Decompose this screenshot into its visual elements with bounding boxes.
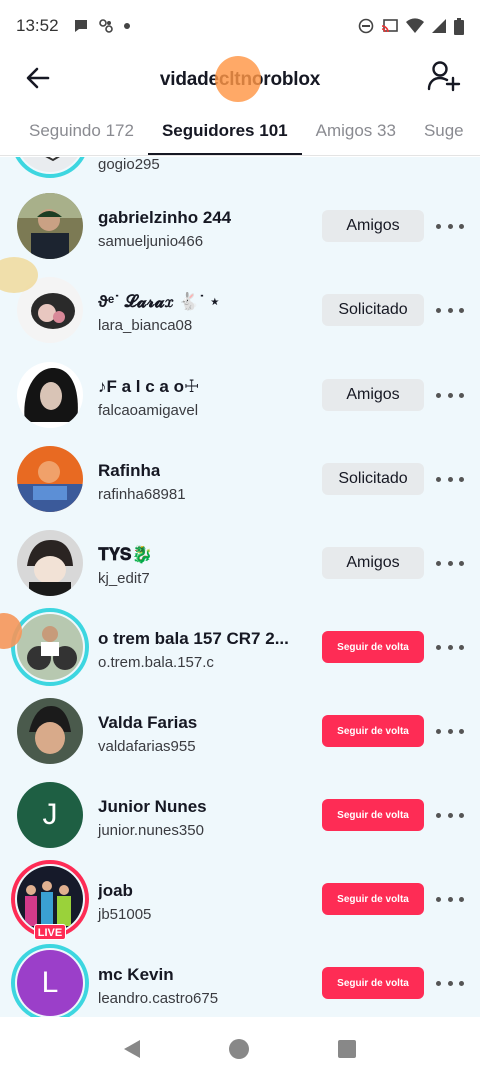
more-options-icon[interactable]	[436, 973, 464, 993]
list-item[interactable]: Valda Farias valdafarias955 Seguir de vo…	[0, 689, 480, 773]
follower-name: ♪F a l c a o☩	[98, 377, 200, 396]
tab-friends[interactable]: Amigos 33	[302, 108, 410, 154]
avatar[interactable]	[17, 698, 83, 764]
follow-back-button[interactable]: Seguir de volta	[322, 715, 424, 747]
system-nav-bar	[0, 1018, 480, 1080]
follower-name: mc Kevin	[98, 965, 174, 984]
list-item[interactable]: L mc Kevin leandro.castro675 Seguir de v…	[0, 941, 480, 1017]
follower-name: Junior Nunes	[98, 797, 207, 816]
more-options-icon[interactable]	[436, 721, 464, 741]
notification-icons	[73, 18, 131, 34]
follower-name: 𝐓𝐘𝐒🐉	[98, 545, 153, 564]
follower-name: o trem bala 157 CR7 2...	[98, 629, 289, 648]
follower-handle: junior.nunes350	[98, 822, 204, 839]
more-options-icon[interactable]	[436, 553, 464, 573]
list-item[interactable]: ♪F a l c a o☩ falcaoamigavel Amigos	[0, 353, 480, 437]
more-options-icon[interactable]	[436, 216, 464, 236]
follower-handle: valdafarias955	[98, 738, 196, 755]
friends-button[interactable]: Amigos	[322, 547, 424, 579]
followers-list[interactable]: gogio295 gabrielzinho 244 samueljunio466…	[0, 157, 480, 1017]
add-user-icon[interactable]	[426, 58, 462, 94]
follower-handle: lara_bianca08	[98, 317, 193, 334]
follower-name: ϑᵉ˙ 𝓛𝓪𝓻𝓪𝑥 🐇˙ ⋆	[98, 292, 221, 311]
avatar[interactable]	[17, 193, 83, 259]
nav-recents-icon[interactable]	[337, 1040, 356, 1058]
follower-handle: jb51005	[98, 906, 152, 923]
follower-handle: o.trem.bala.157.c	[98, 654, 214, 671]
friends-button[interactable]: Amigos	[322, 379, 424, 411]
list-item[interactable]: Rafinha rafinha68981 Solicitado	[0, 437, 480, 521]
list-item[interactable]: J Junior Nunes junior.nunes350 Seguir de…	[0, 773, 480, 857]
dot-icon	[123, 23, 130, 29]
more-options-icon[interactable]	[436, 300, 464, 320]
list-item[interactable]: LIVE joab jb51005 Seguir de volta	[0, 857, 480, 941]
status-bar: 13:52	[0, 0, 480, 52]
list-item[interactable]: o trem bala 157 CR7 2... o.trem.bala.157…	[0, 605, 480, 689]
tab-suggested[interactable]: Suge	[410, 108, 478, 154]
follower-handle: falcaoamigavel	[98, 402, 199, 419]
follow-back-button[interactable]: Seguir de volta	[322, 631, 424, 663]
avatar[interactable]	[17, 866, 83, 932]
list-item[interactable]: gogio295	[0, 157, 480, 181]
nav-back-icon[interactable]	[124, 1040, 141, 1058]
more-options-icon[interactable]	[436, 385, 464, 405]
requested-button[interactable]: Solicitado	[322, 294, 424, 326]
avatar[interactable]: J	[17, 782, 83, 848]
follower-name: Valda Farias	[98, 713, 198, 732]
pinwheel-icon	[98, 19, 113, 33]
chat-bubble-icon	[74, 20, 87, 32]
cast-icon	[381, 19, 398, 33]
arrow-left-icon[interactable]	[22, 62, 54, 94]
tab-following[interactable]: Seguindo 172	[0, 108, 148, 154]
list-item[interactable]: 𝐓𝐘𝐒🐉 kj_edit7 Amigos	[0, 521, 480, 605]
avatar[interactable]	[17, 530, 83, 596]
list-item[interactable]: gabrielzinho 244 samueljunio466 Amigos	[0, 184, 480, 268]
live-badge: LIVE	[34, 924, 66, 940]
touch-indicator	[215, 56, 261, 102]
follower-handle: gogio295	[98, 157, 160, 173]
avatar[interactable]	[17, 446, 83, 512]
signal-icon	[432, 19, 446, 33]
dnd-icon	[358, 18, 374, 34]
tab-followers[interactable]: Seguidores 101	[147, 108, 302, 155]
wifi-icon	[406, 18, 424, 33]
list-item[interactable]: ϑᵉ˙ 𝓛𝓪𝓻𝓪𝑥 🐇˙ ⋆ lara_bianca08 Solicitado	[0, 268, 480, 352]
follower-handle: kj_edit7	[98, 570, 150, 587]
more-options-icon[interactable]	[436, 805, 464, 825]
more-options-icon[interactable]	[436, 889, 464, 909]
follower-name: Rafinha	[98, 461, 161, 480]
follower-handle: leandro.castro675	[98, 990, 219, 1007]
follower-name: gabrielzinho 244	[98, 208, 232, 227]
more-options-icon[interactable]	[436, 637, 464, 657]
follow-back-button[interactable]: Seguir de volta	[322, 799, 424, 831]
follower-handle: samueljunio466	[98, 233, 204, 250]
follower-handle: rafinha68981	[98, 486, 186, 503]
status-time: 13:52	[16, 16, 59, 35]
requested-button[interactable]: Solicitado	[322, 463, 424, 495]
more-options-icon[interactable]	[436, 469, 464, 489]
system-icons	[358, 17, 464, 35]
avatar[interactable]: L	[17, 950, 83, 1016]
friends-button[interactable]: Amigos	[322, 210, 424, 242]
avatar[interactable]	[17, 614, 83, 680]
tab-bar: Seguindo 172 Seguidores 101 Amigos 33 Su…	[0, 108, 480, 156]
follower-name: joab	[98, 881, 133, 900]
avatar[interactable]	[17, 362, 83, 428]
battery-icon	[454, 17, 464, 35]
nav-home-icon[interactable]	[228, 1039, 249, 1059]
follow-back-button[interactable]: Seguir de volta	[322, 967, 424, 999]
follow-back-button[interactable]: Seguir de volta	[322, 883, 424, 915]
